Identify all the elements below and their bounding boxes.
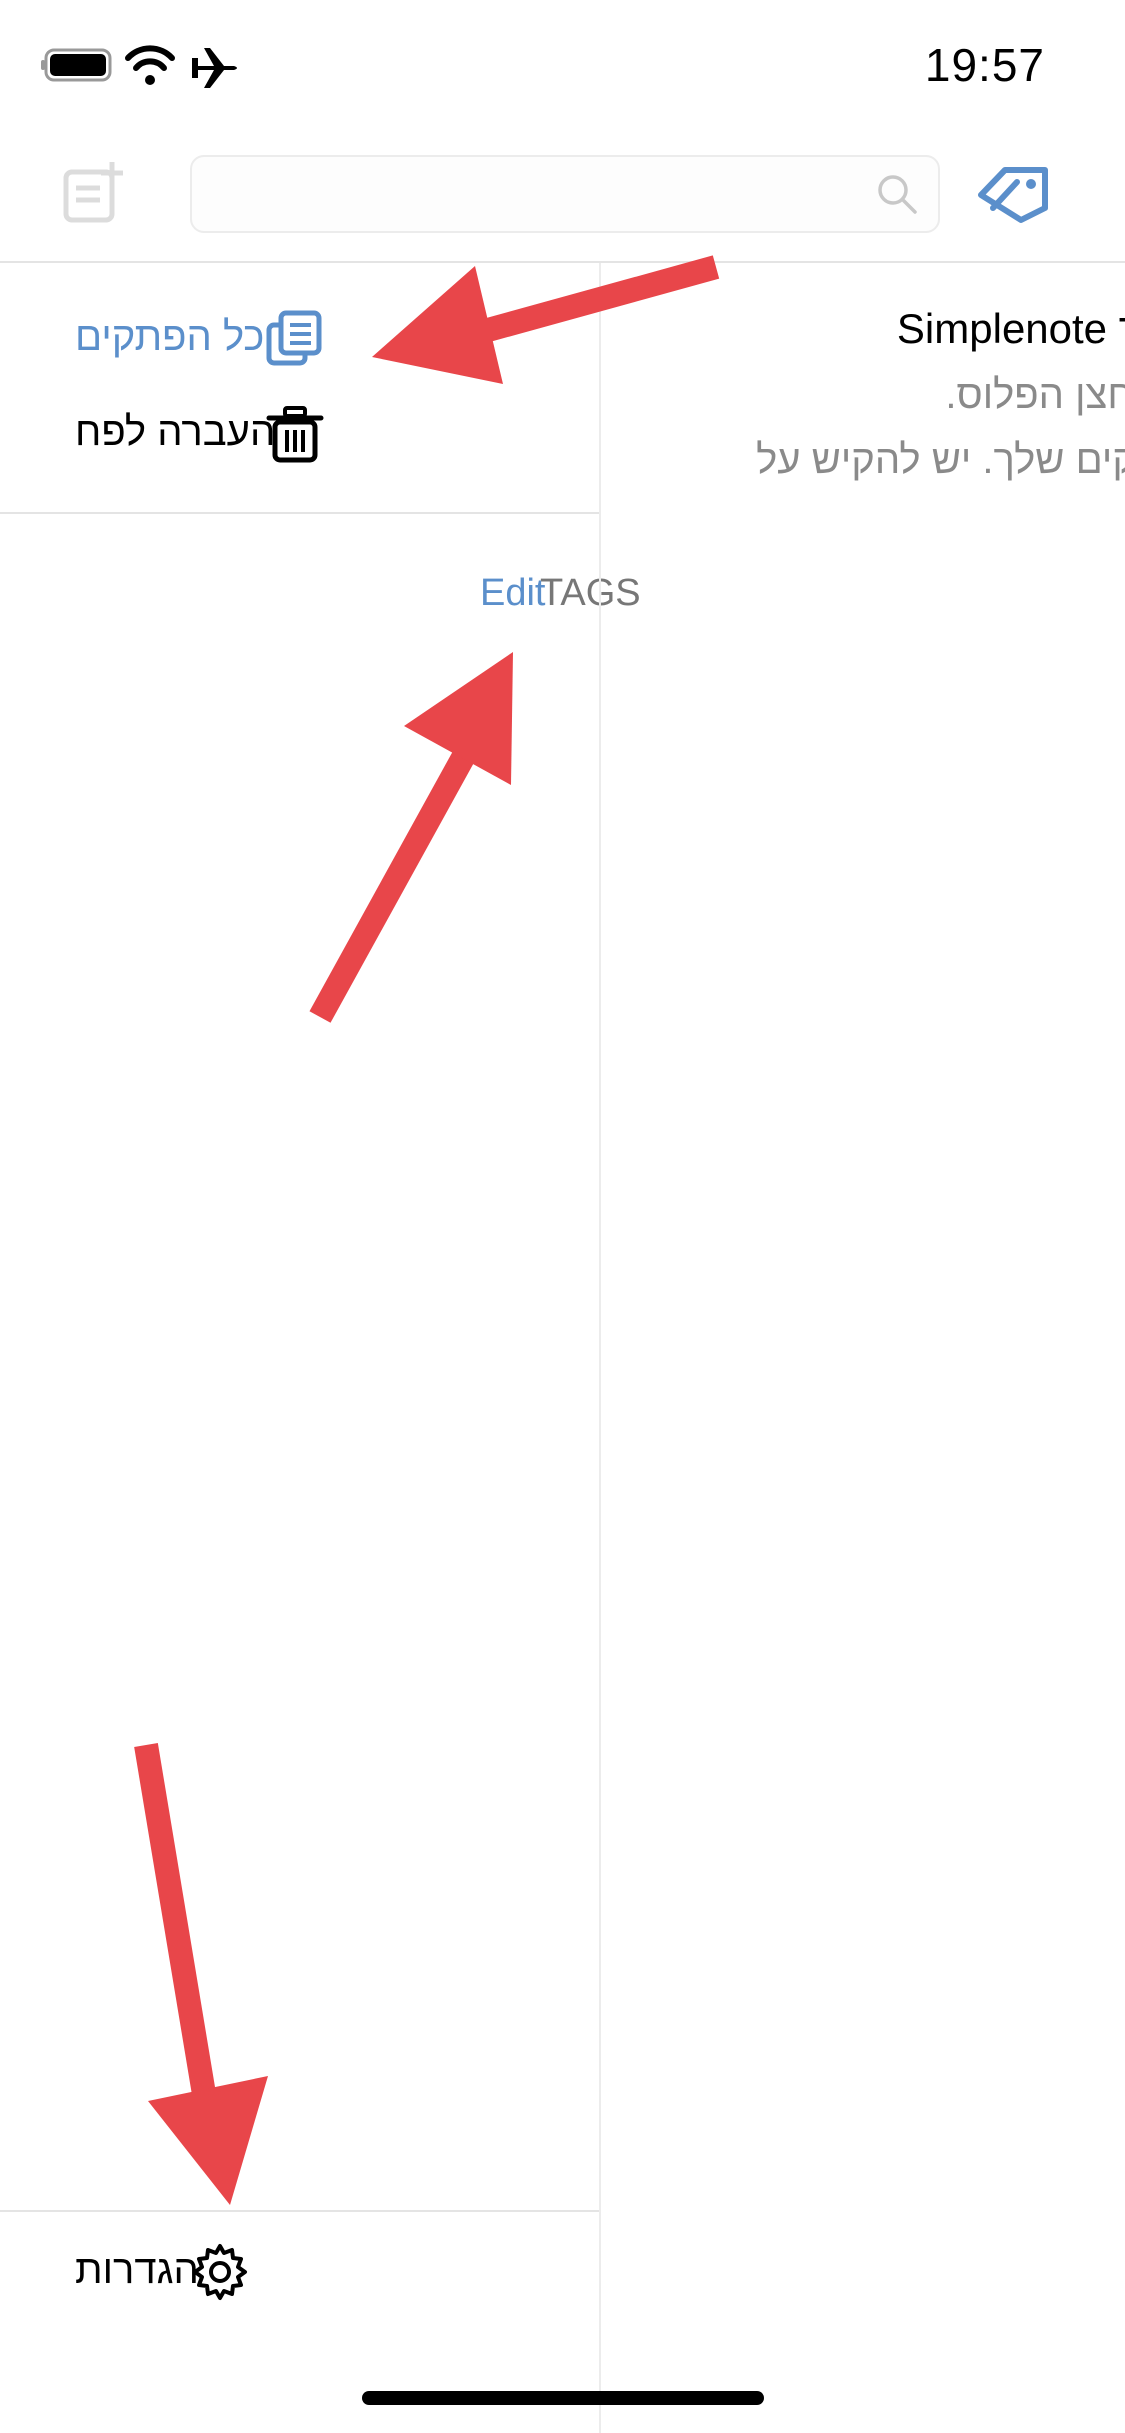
- sidebar-item-trash[interactable]: העברה לפח: [0, 390, 600, 480]
- home-indicator: [362, 2391, 764, 2405]
- settings-label: הגדרות: [75, 2248, 199, 2292]
- tags-header: TAGS: [540, 572, 641, 614]
- notes-icon: [265, 309, 325, 369]
- note-line: כל הפתקים שלך. יש להקיש על: [756, 438, 1125, 482]
- gear-icon: [190, 2242, 250, 2302]
- search-icon: [875, 172, 919, 216]
- airplane-icon: [192, 48, 237, 88]
- sidebar-item-all-notes[interactable]: כל הפתקים: [0, 295, 600, 385]
- battery-icon: [41, 48, 112, 82]
- wifi-icon: [125, 45, 175, 85]
- new-note-button[interactable]: [60, 158, 130, 228]
- note-title: Simplenote עבור iOS!: [896, 305, 1125, 352]
- new-note-icon: [63, 162, 123, 223]
- sidebar-content-divider: [599, 263, 601, 2433]
- tags-button[interactable]: [975, 160, 1055, 230]
- annotation-arrow-settings: [134, 1743, 268, 2205]
- status-icons: [40, 40, 250, 90]
- sidebar-item-label: כל הפתקים: [75, 315, 265, 359]
- note-preview[interactable]: Simplenote עבור iOS! לחיצה על לחצן הפלוס…: [601, 263, 1125, 563]
- annotation-arrow-edit: [309, 652, 513, 1023]
- search-input[interactable]: [190, 155, 940, 233]
- tag-icon: [978, 167, 1048, 223]
- status-time: 19:57: [924, 39, 1045, 91]
- note-line: לחיצה על לחצן הפלוס.: [945, 373, 1125, 417]
- sidebar-divider: [0, 512, 600, 514]
- settings-button[interactable]: הגדרות: [0, 2228, 600, 2318]
- sidebar-divider-bottom: [0, 2210, 600, 2212]
- edit-tags-button[interactable]: Edit: [480, 572, 545, 615]
- sidebar-item-label: העברה לפח: [75, 410, 276, 454]
- trash-icon: [265, 404, 325, 464]
